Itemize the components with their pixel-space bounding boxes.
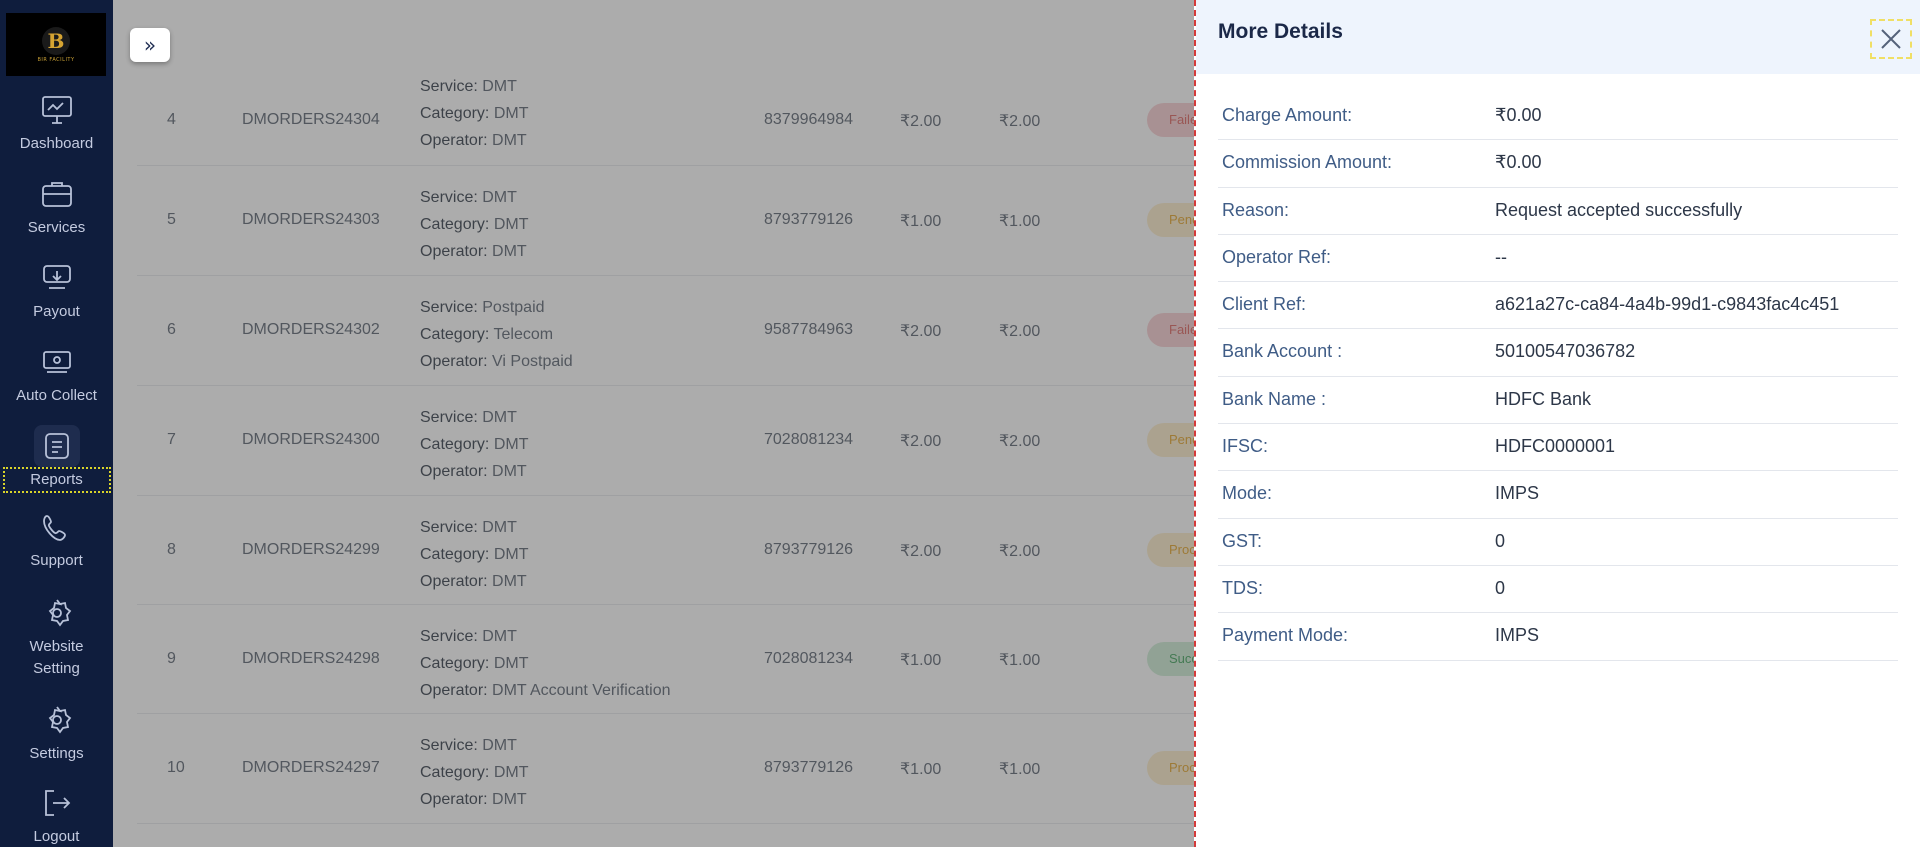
detail-row: Charge Amount: ₹0.00 — [1218, 93, 1898, 141]
sidebar-item-label: Services — [27, 219, 86, 236]
sidebar-item-label: Reports — [2, 467, 111, 493]
detail-key: Commission Amount: — [1222, 152, 1393, 173]
detail-key: Bank Name : — [1222, 388, 1327, 409]
logout-icon — [40, 786, 74, 820]
detail-key: IFSC: — [1222, 436, 1269, 457]
detail-value: 0 — [1495, 530, 1506, 551]
detail-key: Client Ref: — [1222, 294, 1307, 315]
detail-value: 0 — [1495, 577, 1506, 598]
expand-sidebar-button[interactable]: » — [130, 28, 170, 62]
detail-value: HDFC Bank — [1495, 388, 1592, 409]
details-list: Charge Amount: ₹0.00 Commission Amount: … — [1218, 93, 1898, 661]
drawer-title: More Details — [1218, 20, 1343, 43]
detail-key: GST: — [1222, 530, 1263, 551]
detail-key: Reason: — [1222, 199, 1290, 220]
detail-row: Bank Name : HDFC Bank — [1218, 377, 1898, 425]
sidebar-item-label: Auto Collect — [16, 387, 97, 404]
sidebar-item-settings[interactable]: Settings — [0, 703, 113, 765]
detail-key: Payment Mode: — [1222, 625, 1349, 646]
sidebar-item-website-setting[interactable]: Website Setting — [0, 596, 113, 680]
detail-row: TDS: 0 — [1218, 566, 1898, 614]
detail-row: Reason: Request accepted successfully — [1218, 188, 1898, 235]
sidebar-item-label: Dashboard — [19, 135, 94, 152]
detail-row: GST: 0 — [1218, 519, 1898, 566]
sidebar-item-label: Logout — [33, 828, 80, 845]
reports-icon — [33, 425, 80, 467]
detail-key: Bank Account : — [1222, 341, 1343, 362]
sidebar-item-label: Support — [30, 552, 83, 569]
detail-value: -- — [1495, 246, 1507, 267]
detail-value: ₹0.00 — [1495, 105, 1542, 125]
sidebar-item-support[interactable]: Support — [0, 510, 113, 572]
detail-row: Operator Ref: -- — [1218, 235, 1898, 283]
sidebar-item-payout[interactable]: Payout — [0, 261, 113, 323]
detail-value: HDFC0000001 — [1495, 436, 1616, 457]
detail-row: Mode: IMPS — [1218, 471, 1898, 519]
modal-backdrop[interactable] — [113, 0, 1195, 847]
detail-value: a621a27c-ca84-4a4b-99d1-c9843fac4c451 — [1495, 294, 1840, 315]
sidebar-item-dashboard[interactable]: Dashboard — [0, 93, 113, 155]
gear-icon — [40, 596, 74, 630]
sidebar-item-label: Website Setting — [29, 638, 84, 677]
payout-icon — [40, 261, 74, 295]
detail-row: Payment Mode: IMPS — [1218, 613, 1898, 661]
logo-tagline: BIR FACILITY — [37, 56, 75, 63]
detail-key: Operator Ref: — [1222, 246, 1332, 267]
close-button[interactable] — [1870, 19, 1912, 59]
sidebar-item-reports[interactable]: Reports — [0, 425, 113, 493]
detail-key: Charge Amount: — [1222, 105, 1353, 125]
brand-logo[interactable]: B BIR FACILITY — [6, 13, 106, 76]
logo-mark: B — [42, 26, 70, 55]
detail-key: Mode: — [1222, 483, 1273, 504]
sidebar-item-auto-collect[interactable]: Auto Collect — [0, 345, 113, 407]
detail-value: IMPS — [1495, 483, 1540, 504]
wallet-icon — [40, 345, 74, 379]
drawer-header: More Details — [1196, 0, 1920, 74]
detail-row: IFSC: HDFC0000001 — [1218, 424, 1898, 472]
detail-value: ₹0.00 — [1495, 152, 1542, 173]
briefcase-icon — [40, 177, 74, 211]
monitor-icon — [40, 93, 74, 127]
detail-value: 50100547036782 — [1495, 341, 1636, 362]
sidebar: B BIR FACILITY Dashboard Services Payout… — [0, 0, 113, 847]
detail-value: IMPS — [1495, 625, 1540, 646]
detail-row: Bank Account : 50100547036782 — [1218, 329, 1898, 377]
sidebar-item-logout[interactable]: Logout — [0, 786, 113, 847]
detail-value: Request accepted successfully — [1495, 199, 1743, 220]
detail-row: Client Ref: a621a27c-ca84-4a4b-99d1-c984… — [1218, 282, 1898, 330]
detail-row: Commission Amount: ₹0.00 — [1218, 140, 1898, 188]
close-icon — [1881, 29, 1901, 49]
detail-key: TDS: — [1222, 577, 1264, 598]
sidebar-item-label: Settings — [29, 745, 84, 762]
details-drawer: More Details Charge Amount: ₹0.00 Commis… — [1194, 0, 1920, 847]
phone-icon — [40, 510, 74, 544]
sidebar-item-services[interactable]: Services — [0, 177, 113, 239]
gear-icon — [40, 703, 74, 737]
sidebar-item-label: Payout — [33, 303, 80, 320]
